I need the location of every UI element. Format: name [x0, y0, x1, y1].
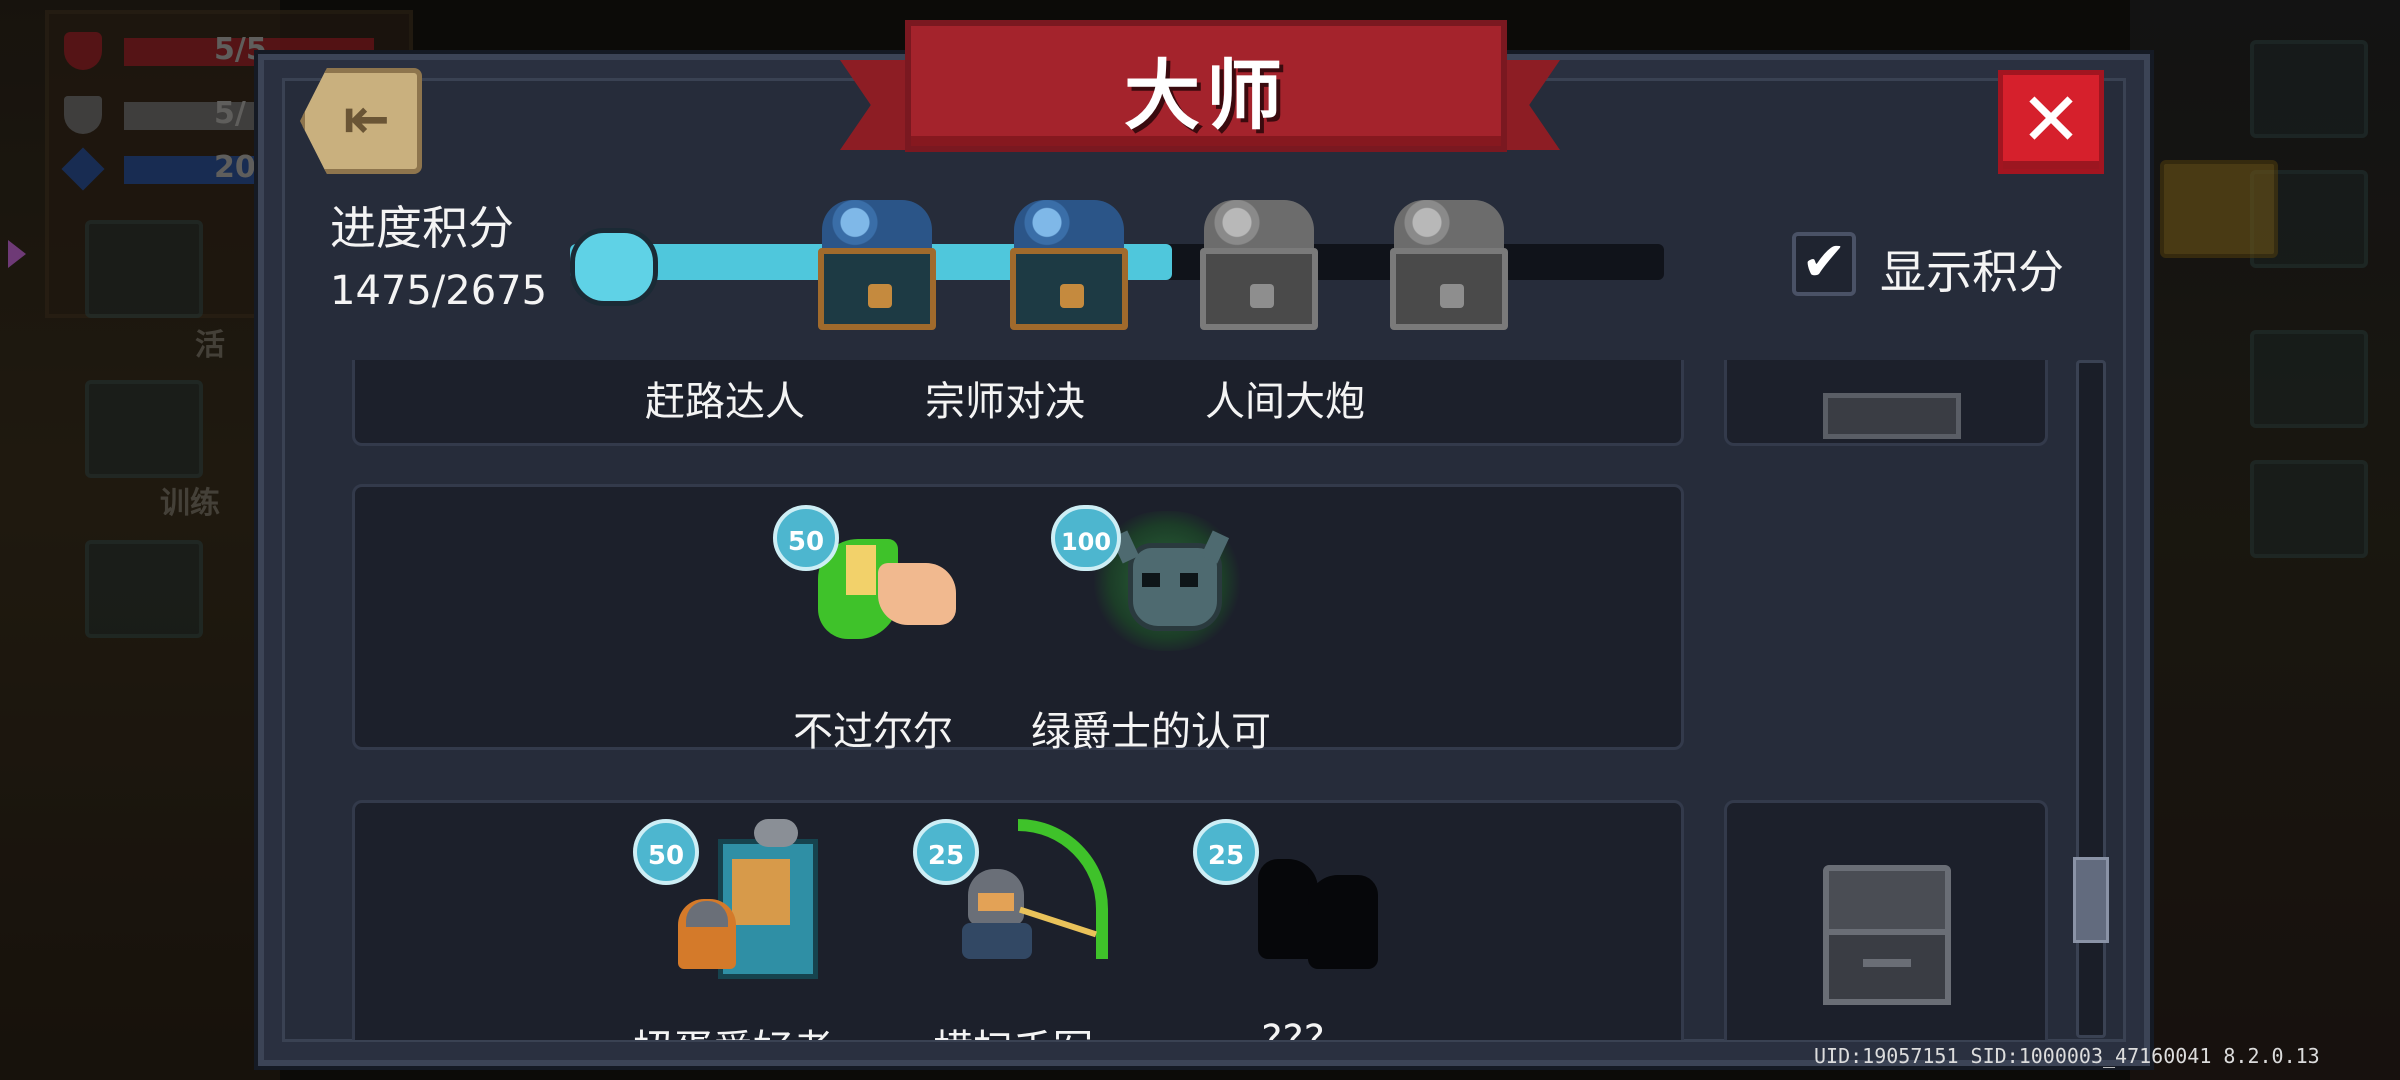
chest-lock	[1060, 284, 1084, 308]
chest-lock	[868, 284, 892, 308]
achievement-name: ???	[1261, 1017, 1325, 1040]
achievement-name: 赶路达人	[645, 379, 805, 425]
chest-lock	[1440, 284, 1464, 308]
achievement-row-card: 赶路达人 宗师对决 人间大炮	[352, 360, 1684, 446]
uid-footer: UID:19057151 SID:1000003_47160041 8.2.0.…	[1814, 1044, 2320, 1068]
chest-lock	[1250, 284, 1274, 308]
show-points-label[interactable]: 显示积分	[1880, 236, 2064, 302]
gray-chest-icon[interactable]	[1390, 200, 1508, 330]
points-badge: 50	[773, 505, 839, 571]
achievement-name: 绿爵士的认可	[1031, 709, 1271, 755]
progress-label: 进度积分	[330, 201, 514, 255]
progress-value: 1475/2675	[330, 268, 548, 314]
blue-gem-chest-icon[interactable]	[818, 200, 936, 330]
achievement-row-card: 50 扭蛋爱好者 25 横扫千军 25 ???	[352, 800, 1684, 1040]
achievement-name: 横扫千军	[883, 1017, 1143, 1040]
achievement-name: 宗师对决	[925, 379, 1085, 425]
points-badge: 25	[1193, 819, 1259, 885]
gray-chest-icon	[1823, 865, 1951, 1005]
chest-body	[1390, 248, 1508, 330]
achievement-row-card: 50 不过尔尔 100 绿爵士的认可	[352, 484, 1684, 755]
gray-chest-icon[interactable]	[1200, 200, 1318, 330]
achievement-list[interactable]: 赶路达人 宗师对决 人间大炮 50 不过尔尔 100 绿爵士的认可 50 25 …	[296, 360, 2104, 1040]
checkmark-icon: ✔	[1801, 230, 1847, 293]
hidden-silhouette-icon	[1238, 819, 1388, 969]
achievement-name: 人间大炮	[1205, 379, 1365, 425]
progress-start-knob	[570, 228, 658, 306]
gacha-machine-icon	[678, 819, 828, 979]
title-banner: 大师	[840, 20, 1560, 170]
blue-gem-chest-icon[interactable]	[1010, 200, 1128, 330]
close-x-icon: ✕	[2019, 77, 2082, 163]
chest-body	[818, 248, 936, 330]
banner-plate: 大师	[905, 20, 1507, 152]
row-reward-card	[1724, 360, 2048, 446]
show-points-checkbox[interactable]: ✔	[1792, 230, 1856, 296]
chest-body	[1200, 248, 1318, 330]
sweeping-knight-icon	[958, 819, 1108, 969]
chest-body	[1010, 248, 1128, 330]
green-slap-hand-icon	[818, 505, 968, 655]
gray-chest-icon	[1823, 393, 1961, 439]
points-badge: 25	[913, 819, 979, 885]
achievement-name: 不过尔尔	[793, 709, 953, 755]
back-arrow-icon: ⇤	[343, 87, 390, 152]
close-button[interactable]: ✕	[1998, 70, 2104, 174]
points-badge: 100	[1051, 505, 1121, 571]
dialog-title: 大师	[1124, 51, 1288, 140]
row-reward-card	[1724, 800, 2048, 1040]
list-scrollbar[interactable]	[2073, 360, 2109, 1038]
scrollbar-thumb[interactable]	[2073, 857, 2109, 943]
achievement-name: 扭蛋爱好者	[603, 1017, 863, 1040]
points-badge: 50	[633, 819, 699, 885]
